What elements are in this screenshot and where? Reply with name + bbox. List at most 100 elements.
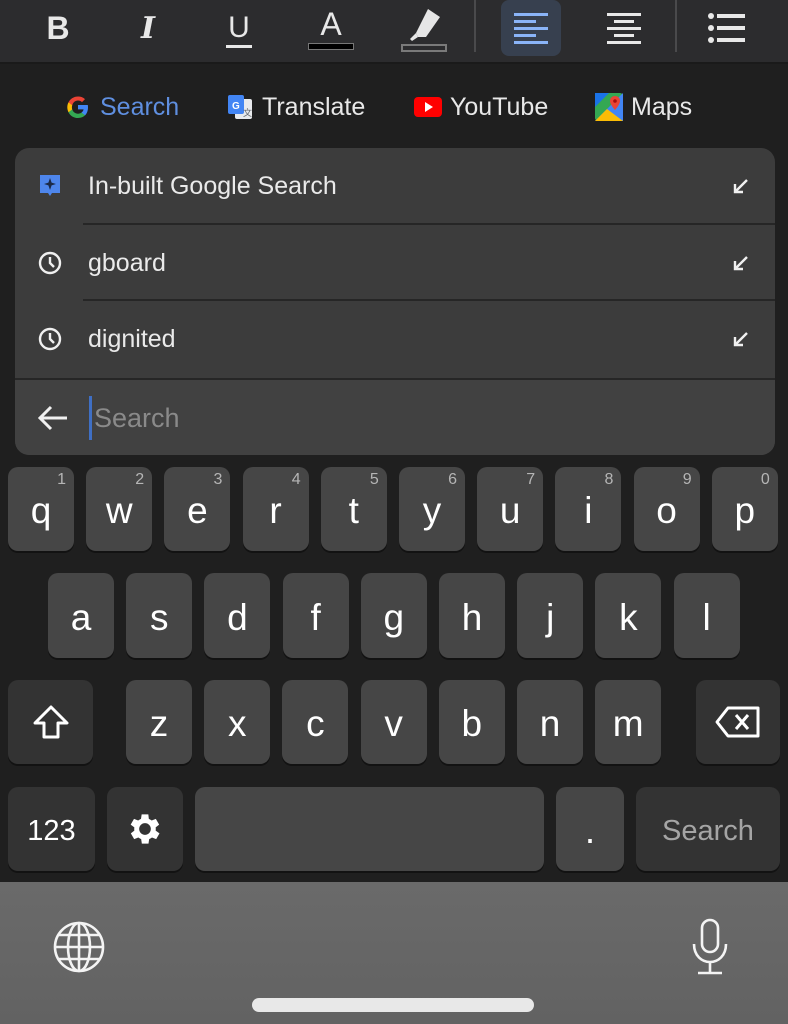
- key-y[interactable]: 6y: [399, 467, 465, 551]
- key-label: q: [30, 490, 52, 531]
- key-label: .: [584, 810, 596, 851]
- key-h[interactable]: h: [439, 573, 505, 658]
- key-label: k: [619, 596, 638, 638]
- key-v[interactable]: v: [360, 680, 427, 764]
- back-arrow-icon[interactable]: [35, 400, 71, 436]
- text-color-swatch: [308, 42, 354, 50]
- shortcut-label: Maps: [631, 92, 693, 121]
- shift-key[interactable]: [8, 680, 93, 764]
- app-shortcuts-row: Search G 文 Translate YouTube Maps: [0, 64, 788, 148]
- space-bar[interactable]: [195, 787, 544, 871]
- highlighter-icon: [401, 9, 447, 52]
- search-action-key[interactable]: Search: [636, 787, 780, 871]
- key-number-hint: 3: [213, 471, 223, 488]
- key-label: 123: [27, 814, 76, 847]
- fill-arrow-icon[interactable]: [731, 253, 751, 273]
- settings-key[interactable]: [107, 787, 183, 871]
- key-q[interactable]: 1q: [8, 467, 74, 551]
- suggestion-item[interactable]: dignited: [15, 301, 775, 377]
- italic-icon: I: [140, 10, 156, 46]
- numbers-key[interactable]: 123: [8, 787, 95, 871]
- align-center-icon: [607, 13, 641, 44]
- key-k[interactable]: k: [595, 573, 662, 658]
- period-key[interactable]: .: [556, 787, 624, 871]
- shortcut-label: YouTube: [450, 92, 549, 121]
- key-label: w: [105, 490, 133, 531]
- align-left-button[interactable]: [501, 0, 561, 56]
- key-f[interactable]: f: [282, 573, 349, 658]
- svg-text:文: 文: [243, 107, 252, 118]
- toolbar-divider: [474, 0, 476, 52]
- bold-icon: B: [46, 9, 70, 46]
- search-bar: [15, 378, 775, 455]
- key-p[interactable]: 0p: [711, 467, 778, 551]
- key-label: r: [269, 490, 282, 531]
- text-color-button[interactable]: A: [300, 0, 362, 56]
- key-m[interactable]: m: [595, 680, 662, 764]
- bold-button[interactable]: B: [30, 0, 86, 56]
- underline-icon: U: [228, 10, 250, 44]
- key-number-hint: 0: [760, 471, 770, 488]
- key-t[interactable]: 5t: [320, 467, 387, 551]
- shortcut-label: Search: [100, 92, 180, 121]
- key-g[interactable]: g: [360, 573, 427, 658]
- bulleted-list-button[interactable]: [700, 0, 754, 56]
- shortcut-translate[interactable]: G 文 Translate: [226, 90, 365, 124]
- bulleted-list-icon: [708, 13, 745, 43]
- key-z[interactable]: z: [126, 680, 192, 764]
- key-label: m: [612, 703, 644, 744]
- key-n[interactable]: n: [517, 680, 583, 764]
- key-label: j: [546, 596, 555, 638]
- key-w[interactable]: 2w: [86, 467, 153, 551]
- search-input[interactable]: [89, 396, 749, 440]
- key-o[interactable]: 9o: [633, 467, 700, 551]
- key-label: d: [227, 596, 248, 638]
- key-label: x: [227, 703, 247, 744]
- key-label: l: [702, 596, 711, 638]
- key-r[interactable]: 4r: [242, 467, 309, 551]
- youtube-icon: [414, 97, 442, 117]
- suggestion-item[interactable]: In-built Google Search: [15, 148, 775, 224]
- key-s[interactable]: s: [126, 573, 193, 658]
- key-label: p: [734, 490, 756, 531]
- google-g-icon: [67, 96, 88, 118]
- key-label: e: [187, 490, 208, 531]
- underline-button[interactable]: U: [210, 0, 268, 56]
- key-label: t: [348, 490, 359, 531]
- highlight-button[interactable]: [396, 0, 450, 56]
- key-label: Search: [662, 814, 754, 847]
- fill-arrow-icon[interactable]: [731, 329, 751, 349]
- italic-button[interactable]: I: [120, 0, 176, 56]
- key-number-hint: 4: [291, 471, 301, 488]
- key-j[interactable]: j: [517, 573, 584, 658]
- fill-arrow-icon[interactable]: [731, 176, 751, 196]
- search-suggestions-panel: In-built Google Search gboard dignited: [15, 148, 775, 455]
- microphone-icon[interactable]: [688, 918, 732, 978]
- align-center-button[interactable]: [594, 0, 654, 56]
- key-number-hint: 6: [448, 471, 457, 488]
- key-label: i: [584, 490, 593, 531]
- key-x[interactable]: x: [204, 680, 271, 764]
- shortcut-maps[interactable]: Maps: [595, 90, 692, 124]
- key-a[interactable]: a: [48, 573, 114, 658]
- svg-text:G: G: [232, 101, 240, 112]
- key-c[interactable]: c: [282, 680, 349, 764]
- home-indicator[interactable]: [252, 998, 534, 1012]
- suggestion-item[interactable]: gboard: [15, 225, 775, 301]
- key-u[interactable]: 7u: [477, 467, 544, 551]
- shortcut-youtube[interactable]: YouTube: [414, 90, 548, 124]
- key-label: y: [422, 490, 442, 531]
- key-label: o: [656, 490, 677, 531]
- shortcut-search[interactable]: Search: [64, 90, 179, 124]
- text-color-icon: A: [320, 5, 342, 42]
- key-d[interactable]: d: [204, 573, 271, 658]
- history-clock-icon: [37, 326, 63, 352]
- key-b[interactable]: b: [438, 680, 505, 764]
- key-e[interactable]: 3e: [164, 467, 231, 551]
- backspace-key[interactable]: [696, 680, 780, 764]
- key-i[interactable]: 8i: [555, 467, 622, 551]
- key-number-hint: 2: [135, 471, 145, 488]
- globe-icon[interactable]: [52, 920, 106, 974]
- key-label: v: [384, 703, 403, 744]
- key-l[interactable]: l: [673, 573, 740, 658]
